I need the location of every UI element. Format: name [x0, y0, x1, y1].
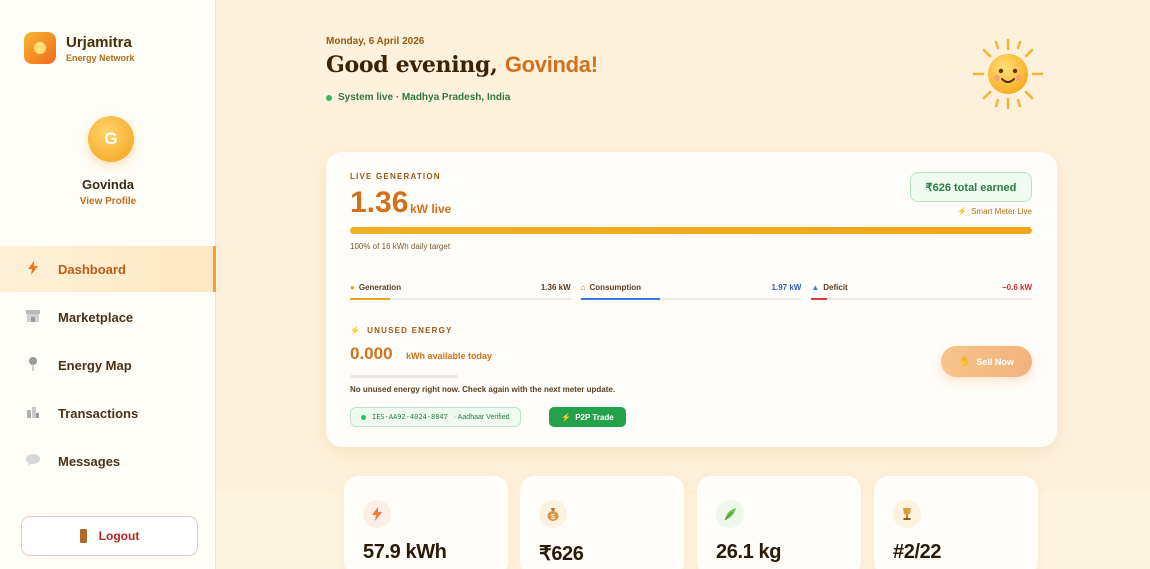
stat-value: 26.1 kg: [716, 541, 782, 563]
avatar[interactable]: G: [88, 116, 134, 162]
ies-id: IES-AA92-4024-8847: [372, 413, 448, 421]
stat-card-earnings[interactable]: $ ₹626: [520, 476, 684, 569]
lightning-icon: [26, 260, 40, 278]
sun-mascot-icon: [972, 38, 1044, 110]
live-generation-card: LIVE GENERATION 1.36 kW live ₹626 total …: [326, 152, 1057, 447]
lightning-icon: ⚡: [350, 326, 362, 335]
unused-energy-note: No unused energy right now. Check again …: [350, 385, 616, 394]
door-icon: [79, 529, 87, 543]
logout-button[interactable]: Logout: [21, 516, 198, 556]
stat-value: ₹626: [539, 543, 584, 565]
unused-energy-unit: kWh available today: [406, 351, 493, 361]
map-pin-icon: [26, 356, 40, 374]
unused-energy-value: 0.000: [350, 344, 393, 363]
meter-icon: ▲: [811, 283, 820, 292]
chat-bubble-icon: [26, 453, 40, 469]
metric-bar: [350, 298, 571, 300]
current-date: Monday, 6 April 2026: [326, 36, 425, 47]
metric-consumption: ⌂ Consumption 1.97 kW: [580, 283, 802, 301]
system-status: System live · Madhya Pradesh, India: [326, 92, 510, 103]
metric-generation: ● Generation 1.36 kW: [350, 283, 571, 301]
metric-deficit: ▲ Deficit −0.6 kW: [811, 283, 1033, 301]
brand-name: Urjamitra: [66, 33, 132, 51]
sidebar-item-label: Energy Map: [58, 357, 132, 373]
live-generation-unit: kW live: [410, 202, 452, 216]
money-bag-icon: $: [539, 500, 567, 528]
metric-value: −0.6 kW: [1002, 283, 1033, 292]
sun-icon: ●: [350, 283, 355, 292]
greeting-heading: Good evening, Govinda!: [326, 52, 598, 78]
brand[interactable]: Urjamitra Energy Network: [24, 32, 135, 64]
unused-energy-progress: [350, 375, 458, 378]
greeting-name: Govinda!: [504, 52, 598, 77]
user-name: Govinda: [81, 177, 134, 192]
stat-value: #2/22: [893, 541, 942, 563]
sell-now-label: Sell Now: [976, 356, 1014, 367]
brand-subtitle: Energy Network: [66, 52, 135, 63]
sidebar-item-messages[interactable]: Messages: [0, 438, 216, 484]
view-profile-link[interactable]: View Profile: [0, 196, 216, 207]
status-text: System live · Madhya Pradesh, India: [338, 92, 511, 103]
sidebar-item-dashboard[interactable]: Dashboard: [0, 246, 216, 292]
p2p-trade-label: P2P Trade: [575, 412, 614, 422]
unused-energy-label: ⚡ UNUSED ENERGY: [350, 326, 453, 335]
power-metrics: ● Generation 1.36 kW ⌂ Consumption 1.97 kW…: [350, 283, 1033, 301]
sidebar-nav: Dashboard Marketplace Energy Map Transac…: [0, 246, 216, 486]
metric-bar: [580, 298, 802, 300]
metric-label: Generation: [358, 283, 402, 292]
sidebar: Urjamitra Energy Network G Govinda View …: [0, 0, 216, 569]
daily-target-progress: [350, 227, 1032, 234]
sidebar-item-label: Transactions: [58, 405, 139, 421]
stat-value: 57.9 kWh: [363, 541, 447, 563]
sidebar-item-energy-map[interactable]: Energy Map: [0, 342, 216, 388]
live-status-dot-icon: [326, 94, 332, 101]
live-generation-value: 1.36: [350, 186, 409, 219]
sidebar-item-marketplace[interactable]: Marketplace: [0, 294, 216, 340]
total-earned-badge[interactable]: ₹626 total earned: [910, 172, 1032, 202]
sidebar-item-label: Marketplace: [58, 309, 134, 325]
handshake-icon: ✋: [959, 356, 971, 366]
metric-bar: [811, 298, 1033, 300]
metric-value: 1.36 kW: [540, 283, 571, 292]
daily-target-progress-fill: [350, 227, 1032, 234]
ies-verification-tag: IES-AA92-4024-8847 · Aadhaar Verified: [350, 407, 521, 427]
brand-logo-icon: [24, 32, 56, 64]
smart-meter-label: Smart Meter Live: [971, 207, 1032, 216]
svg-text:$: $: [551, 514, 555, 521]
sidebar-item-transactions[interactable]: Transactions: [0, 390, 216, 436]
greeting-prefix: Good evening,: [326, 52, 498, 78]
stat-card-carbon[interactable]: 26.1 kg: [697, 476, 861, 569]
daily-target-text: 100% of 16 kWh daily target: [350, 242, 451, 251]
stat-card-rank[interactable]: #2/22: [874, 476, 1038, 569]
p2p-trade-button[interactable]: ⚡ P2P Trade: [549, 407, 626, 427]
trophy-icon: [893, 500, 921, 528]
lightning-icon: ⚡: [561, 412, 572, 422]
metric-bar-fill: [350, 298, 390, 300]
sell-now-button[interactable]: ✋ Sell Now: [941, 346, 1032, 377]
metric-label: Deficit: [823, 283, 848, 292]
store-icon: [26, 309, 40, 325]
metric-label: Consumption: [589, 283, 642, 292]
leaf-icon: [716, 500, 744, 528]
verified-dot-icon: [361, 414, 366, 420]
sidebar-item-label: Dashboard: [58, 261, 126, 277]
stat-card-energy[interactable]: 57.9 kWh: [344, 476, 508, 569]
metric-value: 1.97 kW: [771, 283, 802, 292]
sidebar-item-label: Messages: [58, 453, 121, 469]
smart-meter-status: ⚡ Smart Meter Live: [920, 207, 1032, 216]
aadhaar-verified: · Aadhaar Verified: [453, 413, 510, 421]
logout-label: Logout: [98, 529, 140, 543]
unused-energy-label-text: UNUSED ENERGY: [367, 326, 453, 335]
live-generation-label: LIVE GENERATION: [350, 172, 441, 181]
metric-bar-fill: [811, 298, 827, 300]
lightning-icon: [363, 500, 391, 528]
home-icon: ⌂: [580, 283, 586, 292]
metric-bar-fill: [580, 298, 661, 300]
bar-chart-icon: [26, 406, 40, 421]
lightning-icon: ⚡: [957, 207, 968, 216]
